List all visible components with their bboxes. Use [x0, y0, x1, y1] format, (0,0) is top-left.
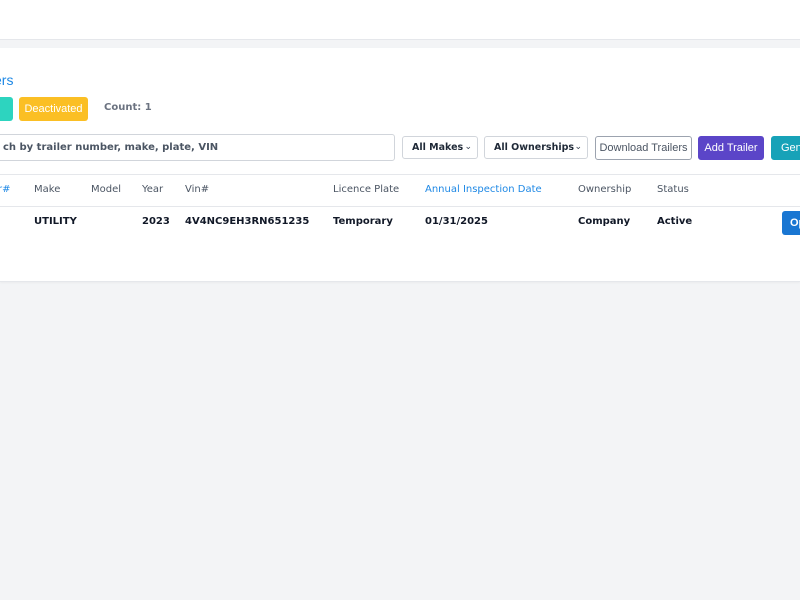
- cell-vin: 4V4NC9EH3RN651235: [185, 216, 310, 227]
- table-top-divider: [0, 174, 800, 175]
- column-header-model: Model: [91, 184, 122, 195]
- table-header-divider: [0, 206, 800, 207]
- column-header-annual-inspection-date[interactable]: Annual Inspection Date: [425, 184, 542, 195]
- cell-licence-plate: Temporary: [333, 216, 393, 227]
- page-title: ers: [0, 72, 14, 88]
- trailers-panel: ers e Deactivated Count: 1 ch by trailer…: [0, 48, 800, 282]
- makes-select-value: All Makes: [412, 142, 464, 153]
- makes-select[interactable]: All Makes ⌄: [402, 136, 478, 159]
- active-filter-button[interactable]: e: [0, 97, 13, 121]
- trailer-count: Count: 1: [104, 102, 152, 113]
- column-header-year: Year: [142, 184, 164, 195]
- cell-make: UTILITY: [34, 216, 77, 227]
- column-header-trailer-number[interactable]: r#: [0, 184, 11, 195]
- row-open-button[interactable]: Op: [782, 211, 800, 235]
- top-navbar: [0, 0, 800, 40]
- ownership-select[interactable]: All Ownerships ⌄: [484, 136, 588, 159]
- add-trailer-button[interactable]: Add Trailer: [698, 136, 764, 160]
- search-input[interactable]: ch by trailer number, make, plate, VIN: [0, 134, 395, 161]
- column-header-make: Make: [34, 184, 61, 195]
- cell-ownership: Company: [578, 216, 631, 227]
- cell-inspection-date: 01/31/2025: [425, 216, 488, 227]
- deactivated-filter-button[interactable]: Deactivated: [19, 97, 88, 121]
- download-trailers-button[interactable]: Download Trailers: [595, 136, 692, 160]
- ownership-select-value: All Ownerships: [494, 142, 575, 153]
- chevron-down-icon: ⌄: [464, 142, 472, 152]
- column-header-vin: Vin#: [185, 184, 210, 195]
- generate-button[interactable]: Gene: [771, 136, 800, 160]
- column-header-ownership: Ownership: [578, 184, 632, 195]
- cell-year: 2023: [142, 216, 170, 227]
- chevron-down-icon: ⌄: [574, 142, 582, 152]
- column-header-status: Status: [657, 184, 689, 195]
- cell-status: Active: [657, 216, 693, 227]
- column-header-licence-plate: Licence Plate: [333, 184, 400, 195]
